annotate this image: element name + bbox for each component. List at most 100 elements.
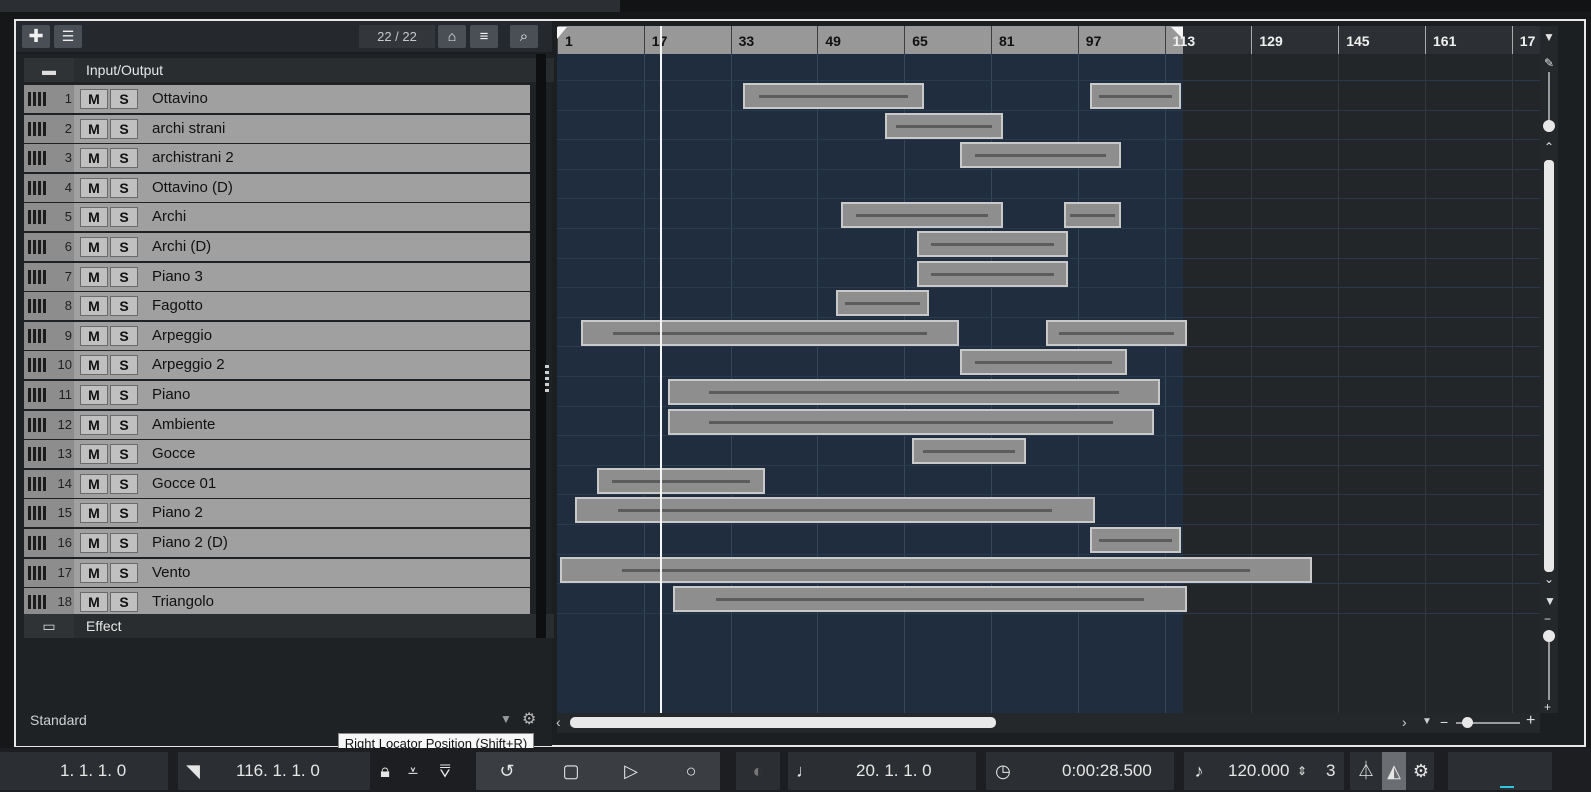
track-row[interactable]: 11 M S Piano bbox=[24, 381, 530, 409]
track-name[interactable]: Piano bbox=[152, 381, 190, 409]
solo-button[interactable]: S bbox=[110, 562, 138, 583]
event-part[interactable] bbox=[1046, 320, 1187, 346]
track-row[interactable]: 14 M S Gocce 01 bbox=[24, 469, 530, 498]
track-row[interactable]: 13 M S Gocce bbox=[24, 440, 530, 469]
track-row[interactable]: 18 M S Triangolo bbox=[24, 588, 530, 617]
zoom-out-icon[interactable]: ▼ bbox=[1544, 594, 1556, 608]
track-name[interactable]: Triangolo bbox=[152, 588, 214, 616]
track-row[interactable]: 4 M S Ottavino (D) bbox=[24, 173, 530, 202]
position-bars-field[interactable]: ♩ 20. 1. 1. 0 bbox=[788, 752, 976, 790]
track-row[interactable]: 5 M S Archi bbox=[24, 203, 530, 232]
solo-button[interactable]: S bbox=[110, 503, 138, 524]
record-button[interactable]: ○ bbox=[674, 752, 708, 790]
mute-button[interactable]: M bbox=[80, 355, 108, 376]
mute-button[interactable]: M bbox=[80, 148, 108, 169]
mute-button[interactable]: M bbox=[80, 89, 108, 109]
track-name[interactable]: Fagotto bbox=[152, 292, 203, 320]
mute-button[interactable]: M bbox=[80, 562, 108, 583]
stop-button[interactable]: ▢ bbox=[554, 752, 588, 790]
event-part[interactable] bbox=[912, 438, 1026, 464]
project-cursor[interactable] bbox=[660, 26, 662, 713]
event-part[interactable] bbox=[885, 113, 1003, 139]
track-row[interactable]: 3 M Sarchistrani 2 bbox=[24, 144, 530, 173]
zoom-in-icon[interactable]: + bbox=[1526, 712, 1535, 730]
track-name[interactable]: Ambiente bbox=[152, 411, 215, 439]
solo-button[interactable]: S bbox=[110, 89, 138, 109]
add-track-button[interactable]: ✚ bbox=[22, 25, 50, 48]
gear-icon[interactable]: ⚙ bbox=[522, 709, 536, 729]
track-row[interactable]: 6 M S Archi (D) bbox=[24, 233, 530, 261]
mute-button[interactable]: M bbox=[80, 325, 108, 346]
solo-button[interactable]: S bbox=[110, 355, 138, 376]
punch-out-icon[interactable]: ⩢ bbox=[434, 752, 456, 790]
track-row[interactable]: 1 M S Ottavino bbox=[24, 85, 530, 113]
track-row[interactable]: 12 M S Ambiente bbox=[24, 410, 530, 439]
track-row[interactable]: 17 M S Vento bbox=[24, 558, 530, 587]
lock-icon[interactable]: 🔒︎ bbox=[374, 752, 396, 790]
automation-mode[interactable]: ◐ bbox=[736, 752, 780, 790]
solo-button[interactable]: S bbox=[110, 266, 138, 287]
play-button[interactable]: ▷ bbox=[614, 752, 648, 790]
mute-button[interactable]: M bbox=[80, 533, 108, 553]
solo-button[interactable]: S bbox=[110, 177, 138, 198]
punch-in-icon[interactable]: ⩡ bbox=[402, 752, 424, 790]
solo-button[interactable]: S bbox=[110, 444, 138, 465]
track-row[interactable]: 16 M S Piano 2 (D) bbox=[24, 529, 530, 557]
event-part[interactable] bbox=[597, 468, 765, 494]
cycle-icon[interactable]: ↺ bbox=[490, 752, 524, 790]
track-name[interactable]: archistrani 2 bbox=[152, 144, 234, 172]
track-name[interactable]: Arpeggio 2 bbox=[152, 351, 225, 379]
chevron-right-icon[interactable]: › bbox=[1402, 714, 1407, 730]
divider-handle[interactable] bbox=[545, 365, 549, 393]
event-part[interactable] bbox=[673, 586, 1187, 612]
event-part[interactable] bbox=[836, 290, 929, 316]
track-name[interactable]: Piano 2 (D) bbox=[152, 529, 228, 557]
track-row[interactable]: 8 M S Fagotto bbox=[24, 292, 530, 321]
mute-button[interactable]: M bbox=[80, 266, 108, 287]
track-list-scrollbar[interactable] bbox=[536, 54, 546, 638]
right-locator-field[interactable]: ◥ 116. 1. 1. 0 bbox=[178, 752, 370, 790]
event-part[interactable] bbox=[743, 83, 924, 109]
tempo-stepper[interactable]: ⇕ bbox=[1294, 752, 1310, 790]
track-name[interactable]: Piano 3 bbox=[152, 263, 203, 291]
track-height-handle[interactable] bbox=[1543, 120, 1555, 132]
mute-button[interactable]: M bbox=[80, 118, 108, 139]
home-icon[interactable]: ⌂ bbox=[438, 25, 466, 48]
track-row[interactable]: 7 M S Piano 3 bbox=[24, 262, 530, 291]
chevron-up-icon[interactable]: ⌃ bbox=[1544, 140, 1554, 154]
solo-button[interactable]: S bbox=[110, 592, 138, 613]
track-name[interactable]: Gocce 01 bbox=[152, 470, 216, 498]
event-part[interactable] bbox=[575, 497, 1095, 523]
vertical-zoom-handle[interactable] bbox=[1543, 630, 1555, 642]
solo-button[interactable]: S bbox=[110, 414, 138, 435]
track-name[interactable]: Archi (D) bbox=[152, 233, 211, 261]
track-name[interactable]: Ottavino bbox=[152, 85, 208, 113]
gear-icon[interactable]: ⚙ bbox=[1410, 752, 1432, 790]
zoom-out-icon[interactable]: − bbox=[1440, 714, 1448, 730]
solo-button[interactable]: S bbox=[110, 385, 138, 405]
event-part[interactable] bbox=[1064, 202, 1121, 228]
horizontal-zoom-handle[interactable] bbox=[1462, 717, 1473, 728]
event-part[interactable] bbox=[668, 379, 1160, 405]
solo-button[interactable]: S bbox=[110, 237, 138, 257]
mute-button[interactable]: M bbox=[80, 385, 108, 405]
track-name[interactable]: Archi bbox=[152, 203, 186, 231]
tempo-track-icon[interactable]: ♪ bbox=[1186, 752, 1212, 790]
chevron-down-icon[interactable]: ▼ bbox=[500, 712, 512, 726]
chevron-down-icon[interactable]: ▼ bbox=[1543, 30, 1555, 44]
event-part[interactable] bbox=[1090, 527, 1181, 553]
metronome-icon[interactable]: ⏃ bbox=[1354, 752, 1378, 790]
add-track-from-preset-button[interactable]: ☰ bbox=[54, 25, 82, 48]
track-name[interactable]: Arpeggio bbox=[152, 322, 212, 350]
track-row[interactable]: 2 M Sarchi strani bbox=[24, 114, 530, 143]
solo-button[interactable]: S bbox=[110, 473, 138, 494]
mute-button[interactable]: M bbox=[80, 503, 108, 524]
event-part[interactable] bbox=[841, 202, 1003, 228]
track-name[interactable]: archi strani bbox=[152, 115, 225, 143]
mute-button[interactable]: M bbox=[80, 177, 108, 198]
track-row[interactable]: 15 M S Piano 2 bbox=[24, 499, 530, 528]
track-name[interactable]: Gocce bbox=[152, 440, 195, 468]
event-part[interactable] bbox=[581, 320, 959, 346]
list-icon[interactable]: ≡ bbox=[470, 25, 498, 48]
mute-button[interactable]: M bbox=[80, 473, 108, 494]
